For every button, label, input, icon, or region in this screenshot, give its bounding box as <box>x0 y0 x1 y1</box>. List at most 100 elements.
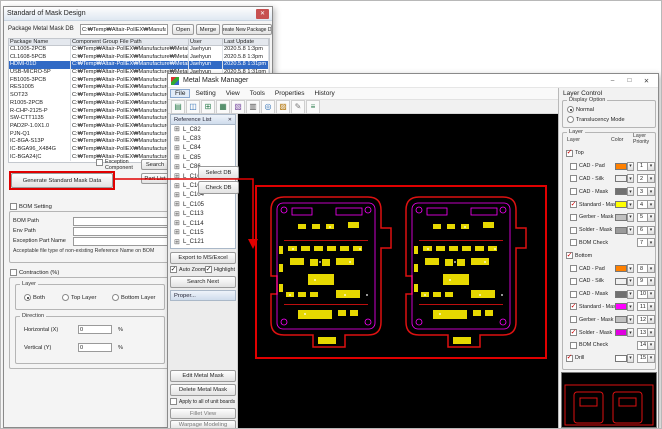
color-dropdown-icon[interactable] <box>627 354 634 363</box>
priority-select[interactable]: 1 <box>637 162 655 171</box>
expand-icon[interactable] <box>174 220 181 227</box>
priority-dropdown-icon[interactable] <box>647 175 654 182</box>
color-swatch[interactable] <box>615 188 627 195</box>
translucency-mode-radio[interactable]: Translucency Mode <box>567 116 625 123</box>
layer-checkbox-solder-mask[interactable] <box>570 227 577 234</box>
priority-dropdown-icon[interactable] <box>647 201 654 208</box>
layer-checkbox-bottom[interactable] <box>566 252 573 259</box>
priority-dropdown-icon[interactable] <box>647 291 654 298</box>
tree-item-l-c85[interactable]: L_C85 <box>171 153 235 162</box>
priority-select[interactable]: 2 <box>637 174 655 183</box>
expand-icon[interactable] <box>174 145 181 152</box>
exception-checkbox-box[interactable] <box>96 159 103 166</box>
pcb-canvas[interactable] <box>238 114 558 429</box>
highlight-checkbox[interactable]: Highlight <box>205 266 235 273</box>
priority-select[interactable]: 3 <box>637 187 655 196</box>
top-layer-radio-icon[interactable] <box>62 294 69 301</box>
exception-component-checkbox[interactable]: Exception Component <box>96 159 140 171</box>
color-dropdown-icon[interactable] <box>627 174 634 183</box>
layer-checkbox-cad-silk[interactable] <box>570 278 577 285</box>
menu-file[interactable]: File <box>170 89 190 98</box>
priority-dropdown-icon[interactable] <box>647 227 654 234</box>
color-swatch[interactable] <box>615 278 627 285</box>
priority-dropdown-icon[interactable] <box>647 316 654 323</box>
priority-dropdown-icon[interactable] <box>647 239 654 246</box>
layer-checkbox-cad-pad[interactable] <box>570 163 577 170</box>
color-swatch[interactable] <box>615 163 627 170</box>
expand-icon[interactable] <box>174 229 181 236</box>
open-file-icon[interactable]: ▤ <box>171 100 185 114</box>
package-row-cl1608-5pcb[interactable]: CL1608-5PCBC:₩Temp₩Altair-PollEX₩Manufac… <box>9 54 269 62</box>
top-layer-radio[interactable]: Top Layer <box>62 294 96 301</box>
color-swatch[interactable] <box>615 214 627 221</box>
contraction-checkbox-box[interactable] <box>10 269 17 276</box>
close-panel-icon[interactable] <box>228 117 232 123</box>
color-dropdown-icon[interactable] <box>627 200 634 209</box>
warpage-modeling-button[interactable]: Warpage Modeling <box>170 420 236 429</box>
menu-setting[interactable]: Setting <box>190 89 220 98</box>
color-swatch[interactable] <box>615 303 627 310</box>
expand-icon[interactable] <box>174 136 181 143</box>
expand-icon[interactable] <box>174 192 181 199</box>
translucency-radio-icon[interactable] <box>567 116 574 123</box>
priority-dropdown-icon[interactable] <box>647 214 654 221</box>
layer-checkbox-top[interactable] <box>566 150 573 157</box>
priority-select[interactable]: 6 <box>637 226 655 235</box>
bottom-layer-radio-icon[interactable] <box>112 294 119 301</box>
minimize-button[interactable]: – <box>604 74 621 87</box>
manager-titlebar[interactable]: Metal Mask Manager – □ ✕ <box>168 74 658 88</box>
part-list-button[interactable]: Part List <box>141 173 169 184</box>
layer-checkbox-standard-mask[interactable] <box>570 201 577 208</box>
auto-zoom-checkbox-box[interactable] <box>170 266 177 273</box>
priority-dropdown-icon[interactable] <box>647 329 654 336</box>
zoom-icon[interactable]: ◎ <box>261 100 275 114</box>
vertical-input[interactable] <box>78 343 112 352</box>
edit-icon[interactable]: ✎ <box>291 100 305 114</box>
fillet-view-button[interactable]: Fillet View <box>170 408 236 419</box>
highlight-checkbox-box[interactable] <box>205 266 212 273</box>
bom-checkbox-box[interactable] <box>10 203 17 210</box>
tree-item-l-c82[interactable]: L_C82 <box>171 125 235 134</box>
tree-item-l-c114[interactable]: L_C114 <box>171 219 235 228</box>
layer-checkbox-gerber-mask[interactable] <box>570 316 577 323</box>
db-path-input[interactable] <box>80 24 168 35</box>
bom-setting-checkbox[interactable]: BOM Setting <box>10 203 52 210</box>
normal-mode-radio[interactable]: Normal <box>567 106 594 113</box>
close-icon[interactable] <box>256 9 269 19</box>
priority-dropdown-icon[interactable] <box>647 342 654 349</box>
layer-checkbox-cad-mask[interactable] <box>570 188 577 195</box>
create-package-db-button[interactable]: Create New Package DB <box>222 24 272 35</box>
menu-properties[interactable]: Properties <box>270 89 310 98</box>
expand-icon[interactable] <box>174 126 181 133</box>
priority-select[interactable]: 9 <box>637 277 655 286</box>
expand-icon[interactable] <box>174 154 181 161</box>
priority-select[interactable]: 11 <box>637 302 655 311</box>
apply-all-checkbox[interactable]: Apply to all of unit boards <box>170 398 238 405</box>
color-swatch[interactable] <box>615 175 627 182</box>
layer-checkbox-cad-silk[interactable] <box>570 175 577 182</box>
merge-button[interactable]: Merge <box>196 24 220 35</box>
close-button[interactable]: ✕ <box>638 74 655 87</box>
tree-item-l-c83[interactable]: L_C83 <box>171 134 235 143</box>
color-swatch[interactable] <box>615 316 627 323</box>
color-swatch[interactable] <box>615 355 627 362</box>
print-icon[interactable]: ▥ <box>246 100 260 114</box>
delete-metal-mask-button[interactable]: Delete Metal Mask <box>170 384 236 396</box>
layer-checkbox-standard-mask[interactable] <box>570 303 577 310</box>
tree-item-l-c105[interactable]: L_C105 <box>171 200 235 209</box>
reference-list-header[interactable]: Reference List <box>170 114 236 125</box>
expand-icon[interactable] <box>174 239 181 246</box>
color-swatch[interactable] <box>615 265 627 272</box>
package-row-hdmi-01d[interactable]: HDMI-01DC:₩Temp₩Altair-PollEX₩Manufactur… <box>9 61 269 69</box>
color-swatch[interactable] <box>615 291 627 298</box>
layer-checkbox-gerber-mask[interactable] <box>570 214 577 221</box>
color-dropdown-icon[interactable] <box>627 162 634 171</box>
measure-icon[interactable]: ≡ <box>306 100 320 114</box>
menu-history[interactable]: History <box>310 89 340 98</box>
priority-select[interactable]: 5 <box>637 213 655 222</box>
layer-checkbox-cad-mask[interactable] <box>570 291 577 298</box>
layer-checkbox-bom-check[interactable] <box>570 342 577 349</box>
search-next-button[interactable]: Search Next <box>170 276 236 288</box>
search-button[interactable]: Search <box>141 159 169 170</box>
expand-icon[interactable] <box>174 164 181 171</box>
